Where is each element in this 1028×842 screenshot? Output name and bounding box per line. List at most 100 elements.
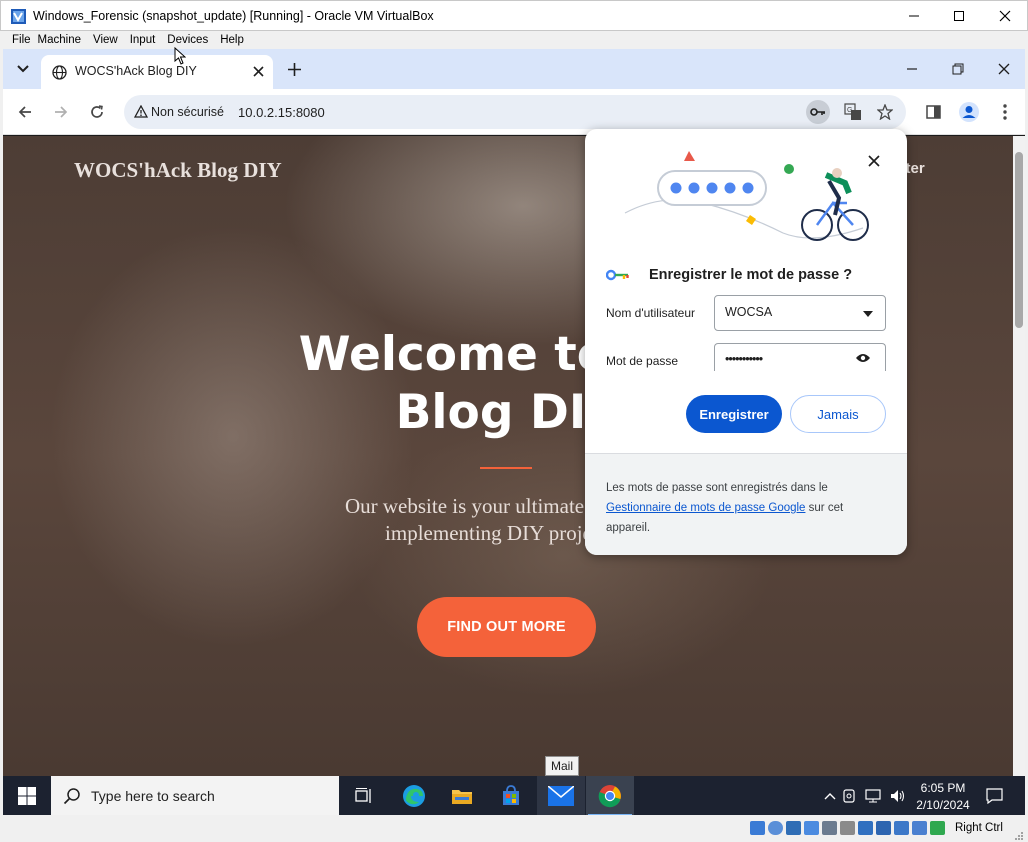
task-view-icon xyxy=(355,788,371,803)
mouse-integration-status-icon[interactable] xyxy=(930,821,945,835)
side-panel-button[interactable] xyxy=(919,98,947,126)
virtualization-status-icon[interactable] xyxy=(894,821,909,835)
browser-restore-button[interactable] xyxy=(944,55,972,83)
password-field[interactable]: ••••••••••• xyxy=(714,343,886,371)
save-password-dialog: Enregistrer le mot de passe ? Nom d'util… xyxy=(585,129,907,555)
svg-text:G: G xyxy=(847,107,852,114)
store-button[interactable] xyxy=(496,782,526,810)
forward-button[interactable] xyxy=(47,98,75,126)
edge-taskbar-button[interactable] xyxy=(399,782,429,810)
site-brand[interactable]: WOCS'hAck Blog DIY xyxy=(74,158,282,183)
resize-grip-icon[interactable] xyxy=(1014,831,1024,841)
reload-icon xyxy=(91,105,103,118)
maximize-button[interactable] xyxy=(936,1,982,31)
google-password-key-icon xyxy=(606,269,629,281)
virtualbox-logo-icon xyxy=(11,9,26,24)
password-manager-link[interactable]: Gestionnaire de mots de passe Google xyxy=(606,502,805,514)
dialog-close-button[interactable] xyxy=(864,151,884,171)
mail-icon xyxy=(548,786,574,806)
password-label: Mot de passe xyxy=(606,354,679,368)
page-scrollbar[interactable] xyxy=(1013,136,1025,776)
tab-title: WOCS'hAck Blog DIY xyxy=(75,64,197,78)
password-value: ••••••••••• xyxy=(725,352,763,366)
usb-status-icon[interactable] xyxy=(822,821,837,835)
more-vertical-icon xyxy=(1003,104,1007,120)
vbox-status-bar: Right Ctrl xyxy=(0,815,1028,842)
star-icon xyxy=(877,104,893,120)
password-key-button[interactable] xyxy=(806,100,830,124)
optical-drive-status-icon[interactable] xyxy=(768,821,783,835)
search-placeholder: Type here to search xyxy=(91,788,215,804)
dropdown-arrow-icon xyxy=(863,311,873,317)
menu-machine[interactable]: Machine xyxy=(38,31,93,49)
start-button[interactable] xyxy=(12,782,42,810)
find-out-more-button[interactable]: FIND OUT MORE xyxy=(417,597,596,657)
cpu-status-icon[interactable] xyxy=(912,821,927,835)
minimize-button[interactable] xyxy=(891,1,937,31)
username-value: WOCSA xyxy=(725,305,773,319)
scroll-thumb[interactable] xyxy=(1015,152,1023,328)
username-select[interactable]: WOCSA xyxy=(714,295,886,331)
notification-icon[interactable] xyxy=(986,788,1003,804)
menu-view[interactable]: View xyxy=(93,31,130,49)
menu-button[interactable] xyxy=(991,98,1019,126)
hero-divider xyxy=(480,467,532,469)
taskbar-search-box[interactable]: Type here to search xyxy=(51,776,339,815)
clock-date: 2/10/2024 xyxy=(916,798,970,812)
display-status-icon[interactable] xyxy=(858,821,873,835)
recording-status-icon[interactable] xyxy=(876,821,891,835)
restore-icon xyxy=(952,63,964,75)
browser-minimize-button[interactable] xyxy=(898,55,926,83)
url-text[interactable]: 10.0.2.15:8080 xyxy=(238,105,325,120)
clock-time: 6:05 PM xyxy=(920,781,966,795)
bookmark-button[interactable] xyxy=(873,100,897,124)
close-window-button[interactable] xyxy=(982,1,1028,31)
show-hidden-icons-button[interactable] xyxy=(815,782,845,810)
reload-button[interactable] xyxy=(83,98,111,126)
guest-display: WOCS'hAck Blog DIY G Non sécurisé 10.0.2… xyxy=(3,49,1025,815)
never-button[interactable]: Jamais xyxy=(790,395,886,433)
dialog-footer: Les mots de passe sont enregistrés dans … xyxy=(585,453,907,555)
tab-search-button[interactable] xyxy=(9,55,37,83)
translate-button[interactable]: G xyxy=(841,100,865,124)
folder-icon xyxy=(452,790,472,804)
menu-help[interactable]: Help xyxy=(220,31,256,49)
profile-button[interactable] xyxy=(955,98,983,126)
save-password-button[interactable]: Enregistrer xyxy=(686,395,782,433)
password-illustration xyxy=(624,151,869,241)
translate-icon: G xyxy=(844,103,861,120)
side-panel-icon xyxy=(925,105,941,119)
footer-text-start: Les mots de passe sont enregistrés dans … xyxy=(606,482,828,494)
volume-icon[interactable] xyxy=(890,789,906,803)
chrome-icon xyxy=(598,785,621,808)
menu-file[interactable]: File xyxy=(0,31,38,49)
taskbar-clock[interactable]: 6:05 PM 2/10/2024 xyxy=(915,780,971,814)
minimize-icon xyxy=(907,68,917,70)
browser-close-button[interactable] xyxy=(990,55,1018,83)
audio-status-icon[interactable] xyxy=(786,821,801,835)
dialog-title: Enregistrer le mot de passe ? xyxy=(649,267,853,283)
new-tab-button[interactable] xyxy=(280,55,308,83)
network-icon[interactable] xyxy=(865,789,881,803)
file-explorer-button[interactable] xyxy=(447,782,477,810)
mail-button[interactable] xyxy=(546,782,576,810)
network-status-icon[interactable] xyxy=(804,821,819,835)
chrome-button[interactable] xyxy=(595,782,625,810)
vbox-menu-bar: File Machine View Input Devices Help xyxy=(0,31,1028,49)
eye-icon[interactable] xyxy=(855,353,871,363)
back-button[interactable] xyxy=(11,98,39,126)
maximize-icon xyxy=(954,11,964,21)
shared-folders-status-icon[interactable] xyxy=(840,821,855,835)
footer-text: Les mots de passe sont enregistrés dans … xyxy=(606,478,886,538)
username-label: Nom d'utilisateur xyxy=(606,306,695,320)
task-view-button[interactable] xyxy=(349,782,379,810)
close-icon xyxy=(999,10,1011,22)
hard-disk-status-icon[interactable] xyxy=(750,821,765,835)
tab-active[interactable]: WOCS'hAck Blog DIY xyxy=(41,55,273,89)
arrow-right-icon xyxy=(55,106,68,118)
security-label: Non sécurisé xyxy=(151,105,224,119)
vbox-title-bar: Windows_Forensic (snapshot_update) [Runn… xyxy=(0,0,1028,31)
tab-close-icon[interactable] xyxy=(253,66,264,77)
device-tray-icon[interactable] xyxy=(842,789,856,803)
menu-input[interactable]: Input xyxy=(130,31,168,49)
